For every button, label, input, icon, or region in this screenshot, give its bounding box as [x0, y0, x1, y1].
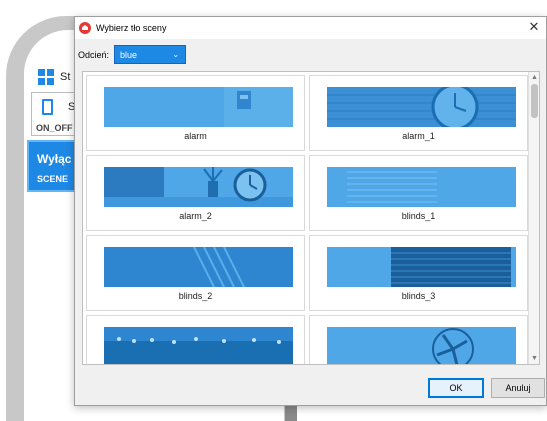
alarm-clock-plant-thumbnail [104, 167, 293, 207]
scroll-down-icon[interactable]: ▼ [529, 353, 539, 364]
choose-scene-background-dialog: Wybierz tło sceny ✕ Odcień: blue ⌄ alarm… [74, 16, 547, 406]
background-scene-card-title: Wyłąc [37, 152, 72, 166]
scroll-up-icon[interactable]: ▲ [529, 72, 539, 83]
blinds-thumbnail [104, 247, 293, 287]
fan-thumbnail [327, 327, 516, 364]
windows-icon [38, 69, 54, 85]
background-tile-label: alarm [184, 131, 207, 141]
shade-label: Odcień: [78, 49, 110, 60]
background-tile-label: alarm_1 [402, 131, 435, 141]
background-tile-label: blinds_1 [401, 211, 436, 221]
dialog-titlebar[interactable]: Wybierz tło sceny ✕ [75, 17, 546, 39]
shade-dropdown[interactable]: blue ⌄ [114, 45, 187, 64]
background-tile[interactable] [86, 315, 305, 364]
alarm-thumbnail [104, 87, 293, 127]
door-icon [42, 99, 53, 115]
gallery-scrollbar[interactable]: ▲ ▼ [528, 72, 539, 364]
background-tile[interactable]: alarm_2 [86, 155, 305, 231]
background-grid: alarm alarm_1 alarm_2 blinds_1 blinds_2 … [86, 75, 532, 364]
background-tile[interactable] [309, 315, 528, 364]
background-tile[interactable]: blinds_3 [309, 235, 528, 311]
background-tile[interactable]: alarm [86, 75, 305, 151]
background-gallery[interactable]: alarm alarm_1 alarm_2 blinds_1 blinds_2 … [82, 71, 540, 365]
screen: St S ON_OFF Wyłąc SCENE Wybierz tło scen… [0, 0, 547, 421]
dialog-title: Wybierz tło sceny [96, 23, 167, 33]
background-app-header-text: St [60, 71, 71, 83]
city-lights-thumbnail [104, 327, 293, 364]
cancel-button[interactable]: Anuluj [491, 378, 545, 398]
alarm-clock-thumbnail [327, 87, 516, 127]
blinds-thumbnail [327, 247, 516, 287]
background-tile-label: alarm_2 [179, 211, 212, 221]
background-scene-card-tag: SCENE [37, 174, 69, 184]
background-tile-label: blinds_3 [401, 291, 436, 301]
blinds-thumbnail [327, 167, 516, 207]
background-device-card-tag: ON_OFF [36, 123, 73, 133]
background-tile-label: blinds_2 [178, 291, 213, 301]
shade-dropdown-value: blue [120, 49, 138, 60]
ok-button[interactable]: OK [428, 378, 484, 398]
background-tile[interactable]: blinds_1 [309, 155, 528, 231]
background-tile[interactable]: alarm_1 [309, 75, 528, 151]
shade-row: Odcień: blue ⌄ [78, 45, 187, 64]
background-tile[interactable]: blinds_2 [86, 235, 305, 311]
scrollbar-thumb[interactable] [531, 84, 538, 118]
home-app-icon [79, 22, 91, 34]
close-button[interactable]: ✕ [526, 19, 542, 35]
chevron-down-icon: ⌄ [172, 50, 180, 59]
